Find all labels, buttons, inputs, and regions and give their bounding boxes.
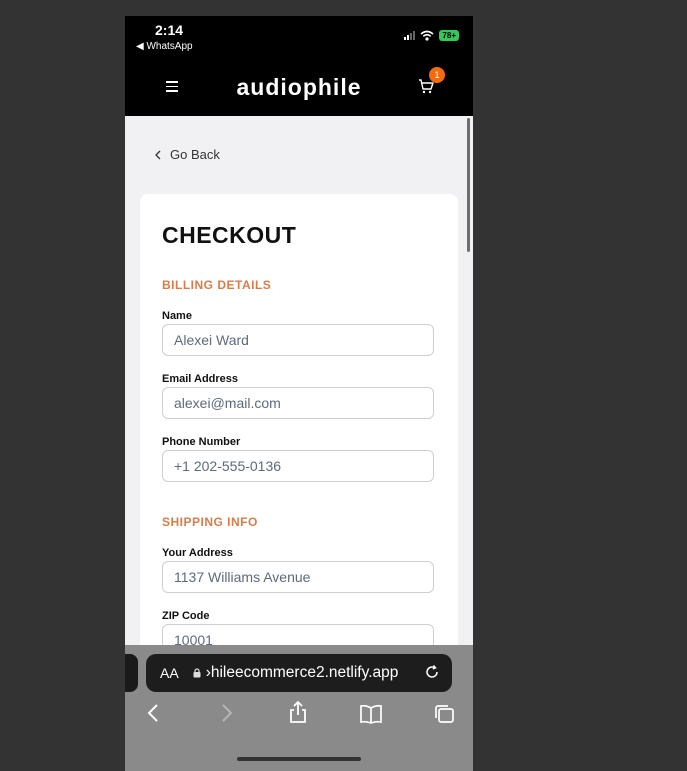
signal-icon [404,31,416,40]
chevron-left-icon [155,150,161,159]
name-field[interactable] [162,324,434,356]
page-title: CHECKOUT [162,222,297,248]
zip-label: ZIP Code [162,610,210,622]
address-bar[interactable]: AA ›hileecommerce2.netlify.app [146,654,452,692]
shipping-heading: SHIPPING INFO [162,515,258,529]
battery-icon: 78+ [439,30,459,41]
back-button[interactable] [147,703,159,728]
text-size-button[interactable]: AA [160,665,179,681]
go-back-link[interactable]: Go Back [155,147,220,162]
home-indicator[interactable] [237,757,361,761]
scrollbar[interactable] [467,118,470,252]
tabs-icon [435,705,454,723]
go-back-label: Go Back [170,147,220,162]
chevron-right-icon [222,704,233,722]
lock-icon [193,668,201,678]
share-icon [290,700,306,723]
browser-nav [125,700,473,733]
address-field[interactable] [162,561,434,593]
cart-count-badge: 1 [429,67,445,83]
bookmarks-button[interactable] [359,704,383,729]
previous-tab-preview[interactable] [125,654,138,692]
phone-field[interactable] [162,450,434,482]
share-button[interactable] [288,700,308,729]
status-time: 2:14 [155,22,184,38]
reload-icon[interactable] [424,664,440,680]
phone-label: Phone Number [162,436,241,448]
address-label: Your Address [162,547,233,559]
email-label: Email Address [162,373,239,385]
phone-screen: 2:14 ◀ WhatsApp 78+ audiophile 1 Go Back… [125,16,473,771]
url-text: ›hileecommerce2.netlify.app [205,664,399,681]
wifi-icon [420,30,434,41]
billing-heading: BILLING DETAILS [162,278,272,292]
email-field[interactable] [162,387,434,419]
status-icons: 78+ [404,30,459,41]
chevron-left-icon [147,704,158,722]
forward-button[interactable] [221,703,233,728]
name-label: Name [162,310,192,322]
browser-toolbar: AA ›hileecommerce2.netlify.app [125,645,473,771]
tabs-button[interactable] [433,704,455,729]
back-to-app-link[interactable]: ◀ WhatsApp [136,41,193,52]
site-header: 2:14 ◀ WhatsApp 78+ audiophile 1 [125,16,473,116]
book-icon [360,704,382,724]
